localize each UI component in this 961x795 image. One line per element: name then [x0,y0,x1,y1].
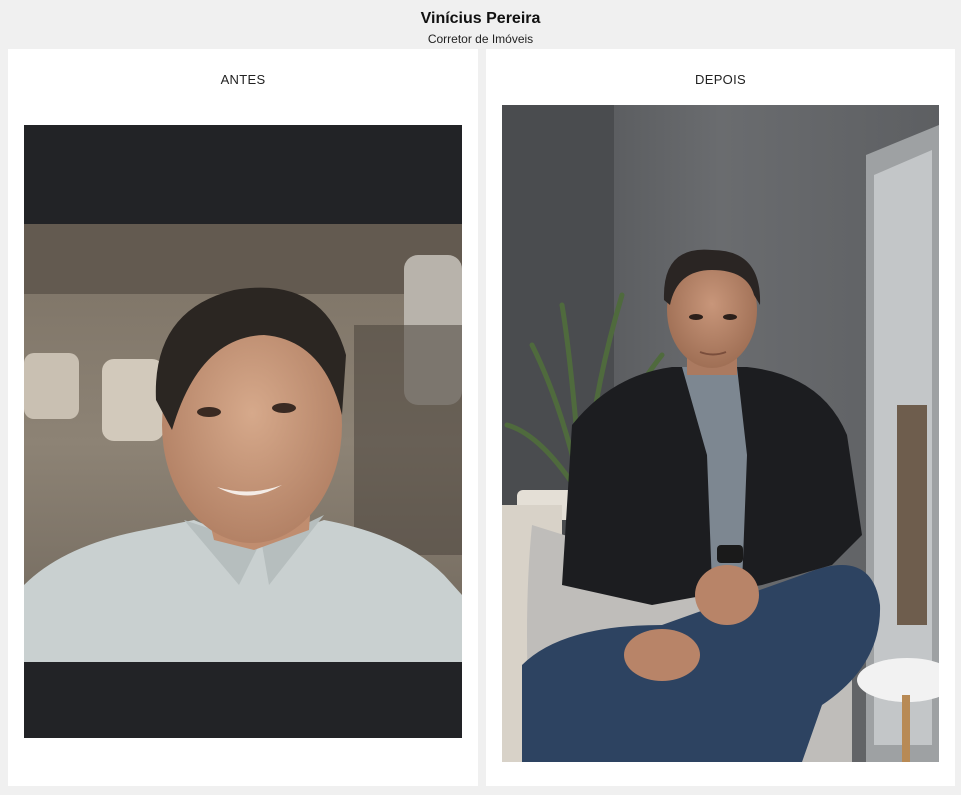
profile-name: Vinícius Pereira [420,10,541,27]
after-label: DEPOIS [695,72,746,87]
after-photo [502,105,939,762]
page-header: Vinícius Pereira Corretor de Imóveis [0,0,961,48]
before-selfie-image [24,125,462,738]
profile-role: Corretor de Imóveis [427,32,534,46]
before-label: ANTES [220,72,266,87]
before-card: ANTES [8,49,478,786]
after-card: DEPOIS [486,49,955,786]
after-portrait-image [502,105,939,762]
before-photo [24,125,462,738]
